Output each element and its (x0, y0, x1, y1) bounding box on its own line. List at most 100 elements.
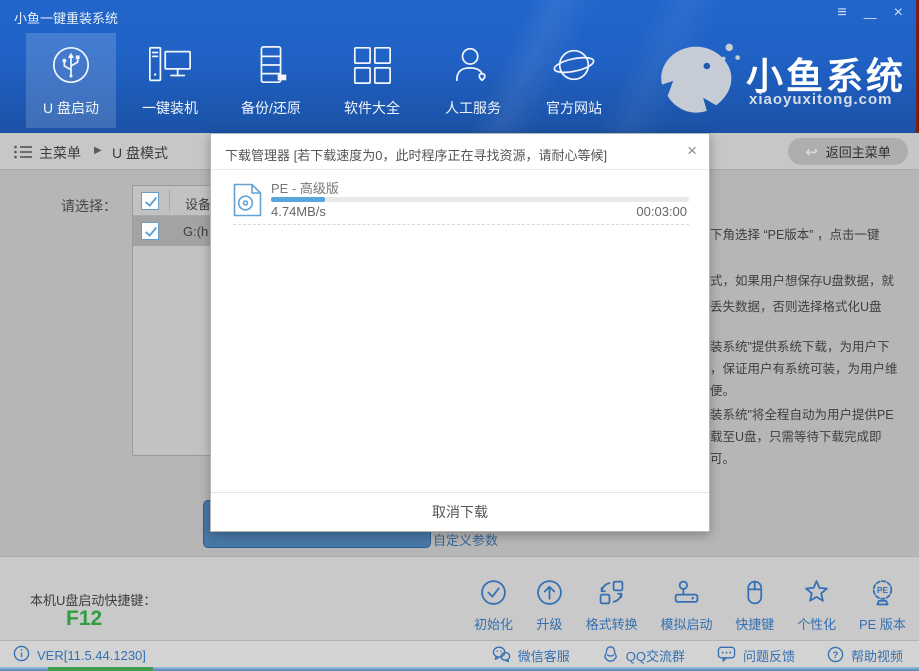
tool-label: 初始化 (474, 614, 513, 633)
dashed-separator (233, 224, 689, 225)
help-line: 丢失数据，否则选择格式化U盘 (710, 300, 882, 314)
brand-domain: xiaoyuxitong.com (749, 91, 893, 108)
computer-icon (147, 44, 193, 89)
status-link-label: 问题反馈 (743, 646, 795, 665)
download-time-remaining: 00:03:00 (636, 204, 687, 219)
nav-item-label: 软件大全 (344, 98, 400, 118)
help-video-link[interactable]: ? 帮助视频 (827, 645, 903, 666)
convert-icon (598, 579, 625, 609)
status-link-label: 微信客服 (518, 646, 570, 665)
help-line: ，保证用户有系统可装，为用户维 (710, 362, 898, 376)
globe-icon (552, 44, 596, 89)
nav-item-software-center[interactable]: 软件大全 (327, 33, 417, 128)
help-line: 装系统"将全程自动为用户提供PE (710, 408, 894, 422)
nav-item-one-click-install[interactable]: 一键装机 (125, 33, 215, 128)
version-info: VER[11.5.44.1230] (13, 645, 146, 665)
svg-text:?: ? (833, 649, 839, 660)
cancel-download-button[interactable]: 取消下载 (211, 492, 709, 531)
custom-params-link[interactable]: 自定义参数 (433, 530, 498, 549)
tool-label: 升级 (536, 614, 562, 633)
bottom-green-segment (48, 667, 153, 671)
mouse-icon (741, 579, 768, 609)
breadcrumb-main-menu[interactable]: 主菜单 (39, 143, 81, 163)
tool-row: 初始化 升级 格式转换 模拟启动 (474, 579, 906, 633)
usb-icon (50, 44, 92, 89)
back-arrow-icon: ↩ (805, 143, 818, 161)
status-bar: VER[11.5.44.1230] 微信客服 QQ交流群 (0, 640, 919, 667)
help-line: 便。 (710, 384, 735, 398)
boot-hotkey-value: F12 (66, 607, 102, 631)
server-icon (250, 44, 292, 89)
column-divider (169, 190, 170, 212)
app-window: 小鱼一键重装系统 ≡ — × U 盘启动 一键装机 (0, 0, 919, 671)
help-line: 载至U盘，只需等待下载完成即 (710, 430, 882, 444)
arrow-up-circle-icon (536, 579, 563, 609)
version-label: VER[11.5.44.1230] (37, 648, 146, 663)
nav-item-official-site[interactable]: 官方网站 (529, 33, 619, 128)
device-column-header: 设备 (185, 194, 211, 213)
nav-item-human-service[interactable]: 人工服务 (428, 33, 518, 128)
minimize-icon[interactable]: — (864, 9, 877, 27)
nav-item-label: 人工服务 (445, 98, 501, 118)
joystick-icon (673, 579, 700, 609)
nav-item-label: U 盘启动 (43, 98, 99, 118)
back-button-label: 返回主菜单 (826, 142, 891, 161)
download-file-name: PE - 高级版 (271, 178, 339, 197)
info-icon (13, 645, 30, 665)
nav-item-backup-restore[interactable]: 备份/还原 (226, 33, 316, 128)
dialog-close-icon[interactable]: × (687, 141, 697, 161)
nav-item-usb-boot[interactable]: U 盘启动 (26, 33, 116, 128)
question-circle-icon: ? (827, 646, 844, 666)
help-line: 下角选择 “PE版本” ，点击一键 (710, 228, 879, 242)
tool-personalize[interactable]: 个性化 (797, 579, 836, 633)
download-progress-bar (271, 197, 689, 202)
tool-simulate-boot[interactable]: 模拟启动 (660, 579, 712, 633)
tool-label: 快捷键 (735, 614, 774, 633)
fish-logo-icon (650, 38, 745, 127)
wechat-icon (492, 645, 511, 666)
pe-version-icon: PE (869, 579, 896, 609)
download-speed: 4.74MB/s (271, 204, 326, 219)
breadcrumb-arrow-icon: ▶ (94, 145, 102, 156)
nav-item-label: 一键装机 (142, 98, 198, 118)
dialog-title: 下载管理器 [若下载速度为0，此时程序正在寻找资源，请耐心等候] (225, 145, 607, 164)
svg-text:PE: PE (877, 585, 889, 595)
cancel-download-label: 取消下载 (432, 502, 488, 522)
status-link-label: 帮助视频 (851, 646, 903, 665)
footer: 本机U盘启动快捷键： F12 初始化 升级 格式转换 (0, 556, 919, 640)
feedback-link[interactable]: 问题反馈 (717, 645, 795, 666)
tool-label: PE 版本 (859, 614, 906, 633)
nav-item-label: 备份/还原 (241, 98, 301, 118)
tool-upgrade[interactable]: 升级 (536, 579, 563, 633)
breadcrumb-current: U 盘模式 (112, 143, 168, 163)
download-manager-dialog: 下载管理器 [若下载速度为0，此时程序正在寻找资源，请耐心等候] × PE - … (210, 133, 710, 532)
wechat-service-link[interactable]: 微信客服 (492, 645, 570, 666)
tool-pe-version[interactable]: PE PE 版本 (859, 579, 906, 633)
disc-file-icon (233, 183, 263, 222)
select-device-label: 请选择： (61, 196, 117, 216)
tool-initialize[interactable]: 初始化 (474, 579, 513, 633)
check-circle-icon (480, 579, 507, 609)
menu-icon[interactable]: ≡ (837, 4, 846, 22)
header: 小鱼一键重装系统 ≡ — × U 盘启动 一键装机 (0, 0, 919, 133)
list-icon (13, 144, 33, 165)
device-row-label: G:(h (183, 224, 208, 239)
back-to-main-menu-button[interactable]: ↩ 返回主菜单 (788, 138, 908, 165)
star-icon (803, 579, 830, 609)
tool-label: 个性化 (797, 614, 836, 633)
select-all-checkbox[interactable] (141, 192, 159, 210)
help-line: 可。 (710, 452, 735, 466)
tool-label: 格式转换 (586, 614, 638, 633)
person-icon (452, 44, 494, 89)
tool-format-convert[interactable]: 格式转换 (586, 579, 638, 633)
tool-hotkey[interactable]: 快捷键 (735, 579, 774, 633)
close-icon[interactable]: × (894, 4, 903, 22)
dialog-header: 下载管理器 [若下载速度为0，此时程序正在寻找资源，请耐心等候] × (211, 134, 709, 170)
device-row-checkbox[interactable] (141, 222, 159, 240)
qq-group-link[interactable]: QQ交流群 (602, 645, 685, 666)
nav-item-label: 官方网站 (546, 98, 602, 118)
app-title: 小鱼一键重装系统 (14, 8, 118, 27)
grid-icon (351, 44, 393, 89)
help-line: 式，如果用户想保存U盘数据，就 (710, 274, 894, 288)
window-controls: ≡ — × (837, 4, 903, 27)
